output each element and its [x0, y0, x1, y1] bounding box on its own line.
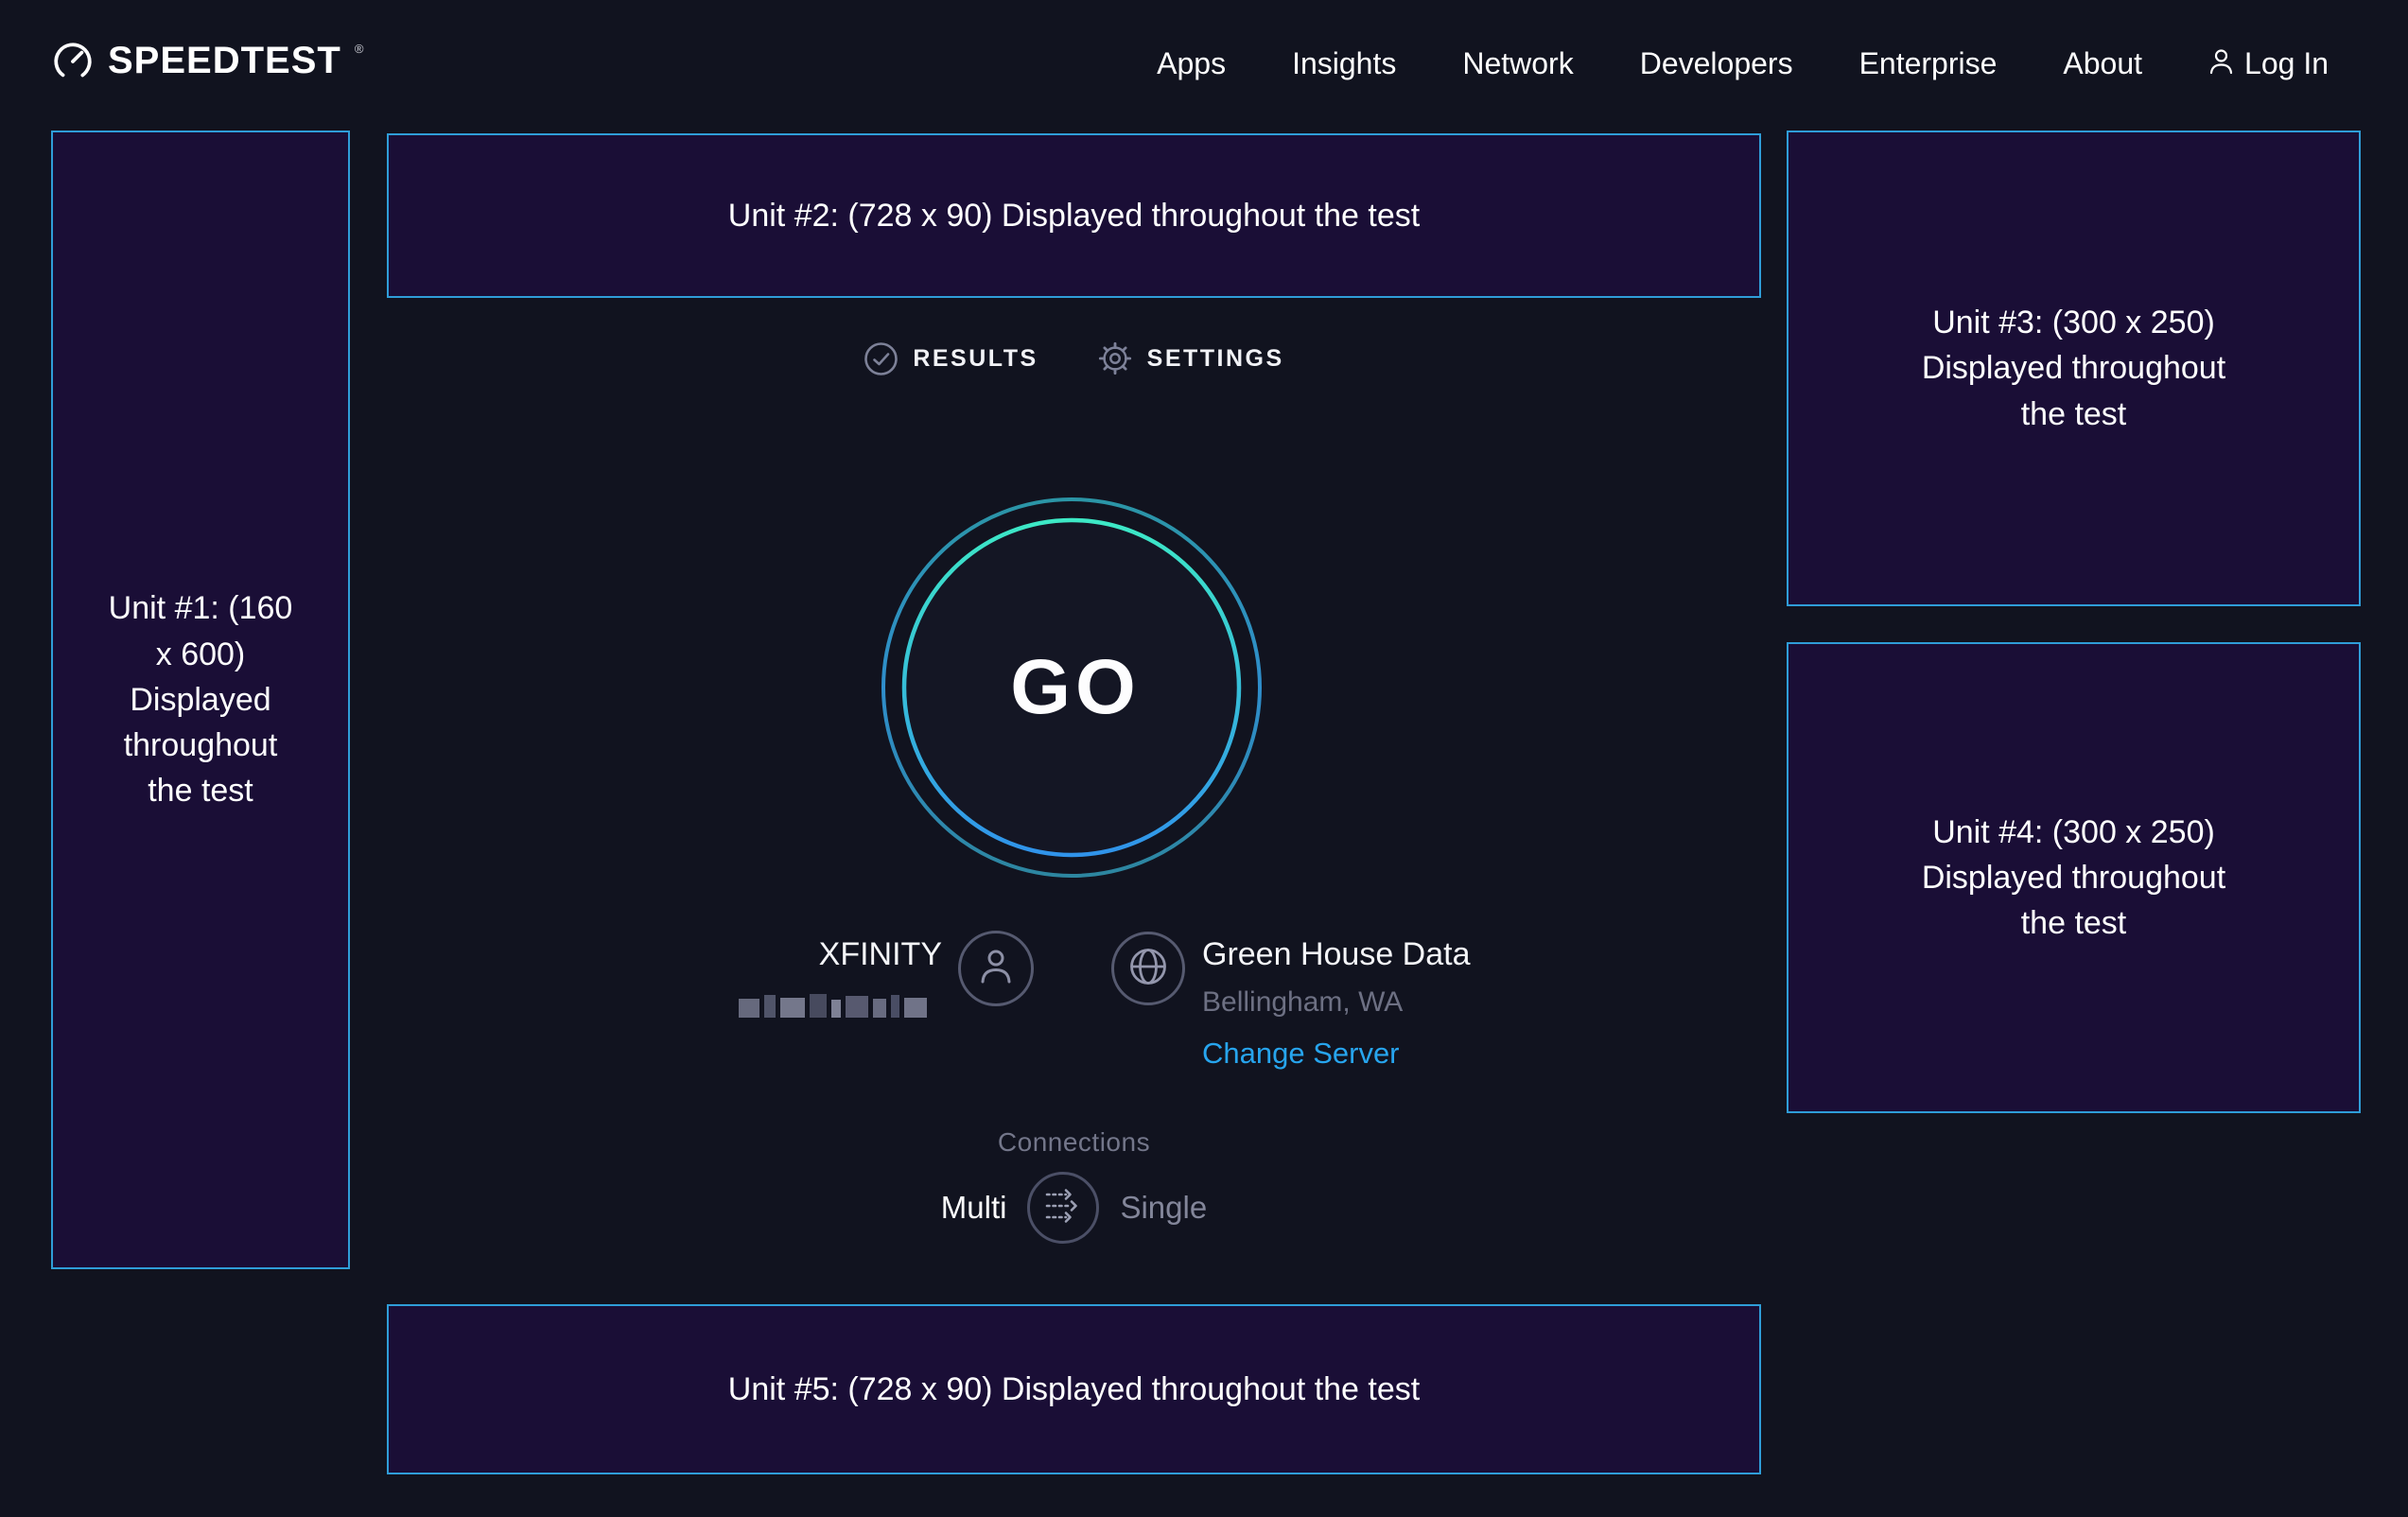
ad-unit-1[interactable]: Unit #1: (160 x 600) Displayed throughou… — [51, 131, 350, 1269]
server-location: Bellingham, WA — [1202, 986, 1403, 1019]
globe-icon — [1126, 945, 1170, 993]
change-server-link[interactable]: Change Server — [1202, 1037, 1400, 1071]
ad-unit-4-text: Unit #4: (300 x 250) Displayed throughou… — [1906, 810, 2242, 947]
brand-name: SPEEDTEST — [108, 40, 341, 81]
ad-unit-3-text: Unit #3: (300 x 250) Displayed throughou… — [1906, 300, 2242, 437]
person-icon — [977, 946, 1015, 992]
connections-label: Connections — [998, 1127, 1150, 1158]
isp-name: XFINITY — [819, 936, 942, 973]
go-button-label: GO — [868, 484, 1275, 891]
header: SPEEDTEST ® Apps Insights Network Develo… — [0, 0, 2408, 127]
ad-unit-3[interactable]: Unit #3: (300 x 250) Displayed throughou… — [1787, 131, 2361, 606]
nav-item-network[interactable]: Network — [1462, 46, 1573, 81]
nav-item-enterprise[interactable]: Enterprise — [1859, 46, 1998, 81]
ad-unit-5[interactable]: Unit #5: (728 x 90) Displayed throughout… — [387, 1304, 1761, 1474]
nav-item-apps[interactable]: Apps — [1157, 46, 1226, 81]
speedometer-logo-icon — [51, 40, 95, 88]
connections-option-multi[interactable]: Multi — [941, 1190, 1007, 1226]
view-tabs: RESULTS — [387, 340, 1761, 376]
ad-unit-2[interactable]: Unit #2: (728 x 90) Displayed throughout… — [387, 133, 1761, 298]
gear-icon — [1097, 340, 1133, 376]
nav-item-insights[interactable]: Insights — [1292, 46, 1396, 81]
server-globe-badge — [1111, 932, 1185, 1005]
login-button[interactable]: Log In — [2208, 46, 2329, 81]
server-name: Green House Data — [1202, 936, 1471, 973]
brand-logo[interactable]: SPEEDTEST ® — [51, 40, 363, 88]
tab-results-label: RESULTS — [913, 345, 1038, 373]
trademark-mark: ® — [355, 42, 364, 56]
go-button[interactable]: GO — [868, 484, 1275, 891]
nav-item-about[interactable]: About — [2063, 46, 2142, 81]
connections-section: Connections Multi — [387, 1127, 1761, 1244]
user-icon — [2208, 47, 2234, 80]
check-circle-icon — [864, 341, 899, 376]
connections-option-single[interactable]: Single — [1120, 1190, 1207, 1226]
ad-unit-1-text: Unit #1: (160 x 600) Displayed throughou… — [102, 585, 299, 813]
login-label: Log In — [2244, 46, 2329, 81]
ad-unit-2-text: Unit #2: (728 x 90) Displayed throughout… — [728, 193, 1420, 238]
tab-settings[interactable]: SETTINGS — [1097, 340, 1284, 376]
tab-settings-label: SETTINGS — [1147, 345, 1284, 373]
isp-avatar — [958, 931, 1034, 1006]
main-nav: Apps Insights Network Developers Enterpr… — [1157, 46, 2329, 81]
ad-unit-4[interactable]: Unit #4: (300 x 250) Displayed throughou… — [1787, 642, 2361, 1113]
connections-toggle-row: Multi Single — [941, 1172, 1207, 1244]
redacted-ip — [739, 994, 939, 1018]
tab-results[interactable]: RESULTS — [864, 341, 1038, 376]
ad-unit-5-text: Unit #5: (728 x 90) Displayed throughout… — [728, 1367, 1420, 1412]
speedtest-page: SPEEDTEST ® Apps Insights Network Develo… — [0, 0, 2408, 1517]
connections-toggle-button[interactable] — [1027, 1172, 1099, 1244]
multi-arrows-icon — [1042, 1187, 1084, 1229]
nav-item-developers[interactable]: Developers — [1640, 46, 1793, 81]
